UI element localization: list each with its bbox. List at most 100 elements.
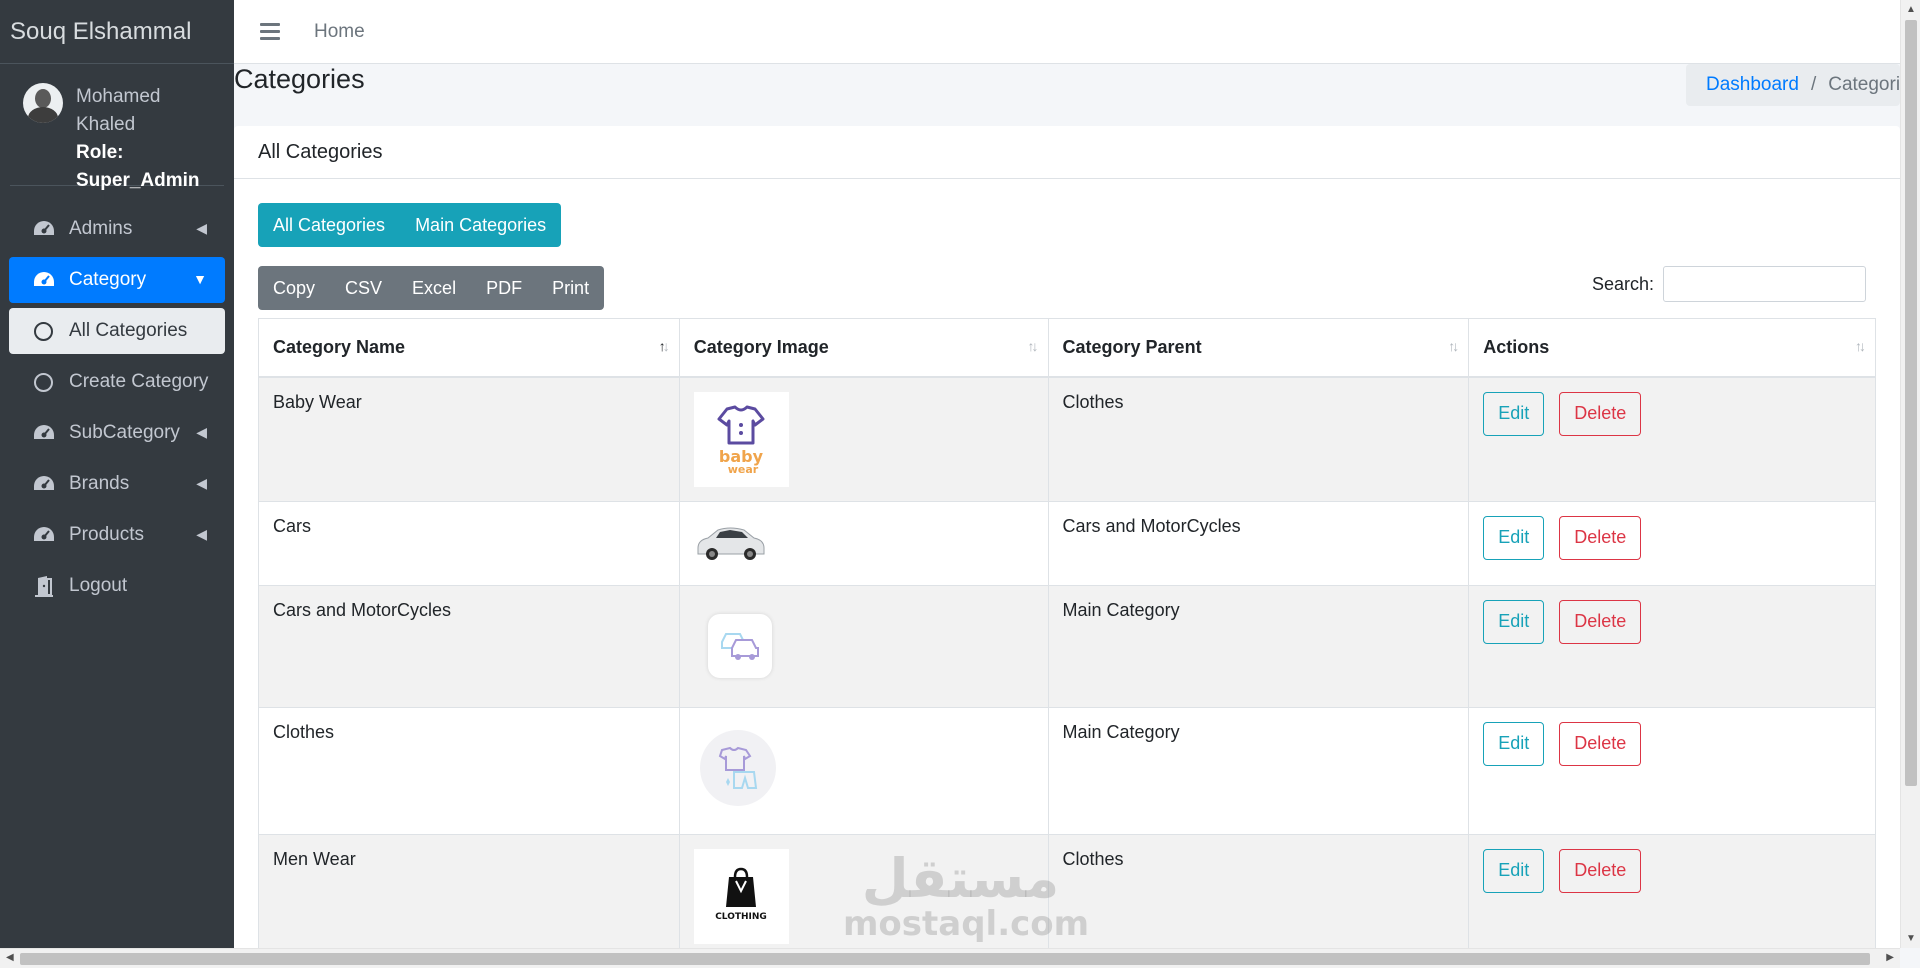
cell-actions: Edit Delete — [1468, 833, 1876, 959]
delete-button[interactable]: Delete — [1559, 391, 1642, 436]
delete-button[interactable]: Delete — [1559, 848, 1642, 893]
edit-button[interactable]: Edit — [1483, 848, 1545, 893]
gauge-icon — [30, 218, 57, 240]
sidebar-item-label: Create Category — [69, 371, 209, 392]
chevron-left-icon: ◀ — [196, 424, 207, 440]
vertical-scrollbar[interactable]: ▲ ▼ — [1900, 0, 1920, 948]
pdf-button[interactable]: PDF — [471, 266, 537, 310]
search-input[interactable] — [1663, 266, 1866, 302]
search-label: Search: — [1591, 273, 1654, 294]
brand-title[interactable]: Souq Elshammal — [0, 0, 234, 64]
breadcrumb: Dashboard / Categories — [1686, 64, 1920, 106]
edit-button[interactable]: Edit — [1483, 515, 1545, 560]
breadcrumb-dashboard-link[interactable]: Dashboard — [1706, 74, 1799, 96]
cell-category-parent: Clothes — [1047, 833, 1470, 959]
hamburger-menu-icon[interactable] — [260, 23, 280, 40]
cell-category-name: Clothes — [258, 706, 680, 835]
cell-category-image — [678, 706, 1049, 835]
delete-button[interactable]: Delete — [1559, 515, 1642, 560]
excel-button[interactable]: Excel — [397, 266, 471, 310]
sidebar-item-label: Logout — [69, 575, 128, 596]
cell-actions: Edit Delete — [1468, 584, 1876, 708]
cell-category-parent: Cars and MotorCycles — [1047, 500, 1470, 586]
sidebar-item-label: Admins — [69, 218, 133, 239]
csv-button[interactable]: CSV — [330, 266, 397, 310]
delete-button[interactable]: Delete — [1559, 721, 1642, 766]
delete-button[interactable]: Delete — [1559, 599, 1642, 644]
column-label: Category Image — [693, 336, 829, 357]
gauge-icon — [30, 524, 57, 546]
cell-actions: Edit Delete — [1468, 500, 1876, 586]
sidebar-item-all-categories[interactable]: All Categories — [9, 308, 225, 354]
table-row: Cars Cars and MotorCycles Edit Delete — [258, 500, 1876, 586]
categories-table: Category Name ↑↓ Category Image ↑↓ Categ… — [258, 318, 1876, 959]
topbar: Home — [234, 0, 1900, 64]
cell-category-name: Men Wear — [258, 833, 680, 959]
categories-table-container: Category Name ↑↓ Category Image ↑↓ Categ… — [258, 318, 1876, 968]
print-button[interactable]: Print — [537, 266, 604, 310]
cell-category-name: Baby Wear — [258, 376, 680, 502]
sidebar-item-label: Products — [69, 524, 144, 545]
cars-category-image — [707, 613, 772, 678]
categories-card: All Categories All Categories Main Categ… — [234, 126, 1900, 968]
sidebar-item-admins[interactable]: Admins ◀ — [9, 206, 225, 252]
scroll-down-arrow-icon[interactable]: ▼ — [1906, 933, 1916, 944]
clothes-category-image — [699, 729, 776, 806]
all-categories-button[interactable]: All Categories — [258, 203, 400, 247]
sidebar-item-label: All Categories — [69, 320, 188, 341]
column-header-category-parent[interactable]: Category Parent ↑↓ — [1047, 318, 1470, 378]
user-name[interactable]: Mohamed Khaled — [76, 83, 224, 139]
column-header-category-image[interactable]: Category Image ↑↓ — [678, 318, 1049, 378]
table-row: Cars and MotorCycles Main Category Edit … — [258, 584, 1876, 708]
scrollbar-thumb[interactable] — [20, 953, 1870, 965]
breadcrumb-separator: / — [1810, 74, 1817, 95]
scroll-left-arrow-icon[interactable]: ◀ — [6, 952, 14, 963]
main-categories-button[interactable]: Main Categories — [400, 203, 561, 247]
filter-button-group: All Categories Main Categories — [258, 203, 562, 247]
sidebar-item-category[interactable]: Category ▼ — [9, 257, 225, 303]
cell-category-parent: Clothes — [1047, 376, 1470, 502]
edit-button[interactable]: Edit — [1483, 599, 1545, 644]
sidebar-item-brands[interactable]: Brands ◀ — [9, 461, 225, 507]
sort-ascending-icon: ↑↓ — [658, 338, 670, 354]
copy-button[interactable]: Copy — [258, 266, 330, 310]
sidebar-item-subcategory[interactable]: SubCategory ◀ — [9, 410, 225, 456]
scroll-right-arrow-icon[interactable]: ▶ — [1886, 952, 1894, 963]
sidebar-item-label: Brands — [69, 473, 130, 494]
clothing-logo-text: CLOTHING — [715, 912, 767, 922]
cell-category-image — [678, 584, 1049, 708]
search-area: Search: — [1592, 266, 1866, 302]
sort-icon: ↑↓ — [1855, 338, 1866, 354]
scrollbar-thumb[interactable] — [1905, 20, 1917, 786]
column-header-actions[interactable]: Actions ↑↓ — [1468, 318, 1876, 378]
horizontal-scrollbar[interactable]: ◀ ▶ — [0, 948, 1900, 968]
table-row: Men Wear CLOTHING Clothes Edit Delete — [258, 833, 1876, 959]
column-header-category-name[interactable]: Category Name ↑↓ — [258, 318, 680, 378]
cell-category-name: Cars — [258, 500, 680, 586]
sidebar-item-label: Category — [69, 269, 147, 290]
scroll-up-arrow-icon[interactable]: ▲ — [1906, 4, 1916, 15]
sidebar-item-logout[interactable]: Logout — [9, 563, 225, 609]
gauge-icon — [30, 422, 57, 444]
column-label: Category Name — [273, 336, 406, 357]
table-row: Baby Wear baby wear Clothes Edit Delete — [258, 376, 1876, 502]
circle-icon — [34, 321, 53, 341]
cell-category-parent: Main Category — [1047, 584, 1470, 708]
user-role: Role: Super_Admin — [76, 142, 200, 191]
card-title: All Categories — [234, 126, 1900, 179]
edit-button[interactable]: Edit — [1483, 391, 1545, 436]
cell-category-image: CLOTHING — [678, 833, 1049, 959]
table-row: Clothes Main Category Edit Delete — [258, 706, 1876, 835]
home-link[interactable]: Home — [314, 21, 365, 43]
column-label: Category Parent — [1062, 336, 1202, 357]
sort-icon: ↑↓ — [1448, 338, 1459, 354]
edit-button[interactable]: Edit — [1483, 721, 1545, 766]
sidebar-item-create-category[interactable]: Create Category — [9, 359, 225, 405]
avatar[interactable] — [23, 83, 63, 123]
cell-category-parent: Main Category — [1047, 706, 1470, 835]
sidebar-item-products[interactable]: Products ◀ — [9, 512, 225, 558]
export-button-group: Copy CSV Excel PDF Print — [258, 266, 605, 310]
wear-logo-text: wear — [728, 463, 759, 476]
cell-actions: Edit Delete — [1468, 376, 1876, 502]
sidebar: Souq Elshammal Mohamed Khaled Role: Supe… — [0, 0, 234, 968]
